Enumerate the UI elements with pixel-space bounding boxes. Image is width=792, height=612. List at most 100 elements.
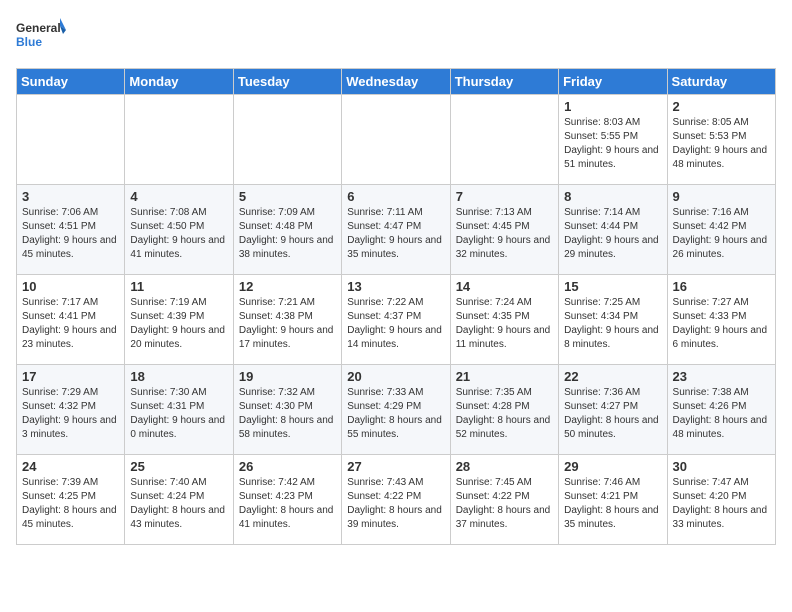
day-number: 5	[239, 189, 336, 204]
calendar-cell	[450, 95, 558, 185]
day-number: 24	[22, 459, 119, 474]
day-info: Sunrise: 7:08 AM Sunset: 4:50 PM Dayligh…	[130, 206, 227, 262]
calendar-cell: 21 Sunrise: 7:35 AM Sunset: 4:28 PM Dayli…	[450, 365, 558, 455]
day-number: 13	[347, 279, 444, 294]
calendar-cell: 2 Sunrise: 8:05 AM Sunset: 5:53 PM Daylig…	[667, 95, 775, 185]
day-info: Sunrise: 7:32 AM Sunset: 4:30 PM Dayligh…	[239, 386, 336, 442]
day-info: Sunrise: 7:19 AM Sunset: 4:39 PM Dayligh…	[130, 296, 227, 352]
day-info: Sunrise: 7:42 AM Sunset: 4:23 PM Dayligh…	[239, 476, 336, 532]
calendar-cell: 28 Sunrise: 7:45 AM Sunset: 4:22 PM Dayli…	[450, 455, 558, 545]
weekday-header-sunday: Sunday	[17, 69, 125, 95]
logo-svg: General Blue	[16, 16, 66, 60]
calendar-cell: 11 Sunrise: 7:19 AM Sunset: 4:39 PM Dayli…	[125, 275, 233, 365]
day-number: 21	[456, 369, 553, 384]
calendar-cell: 22 Sunrise: 7:36 AM Sunset: 4:27 PM Dayli…	[559, 365, 667, 455]
day-info: Sunrise: 7:27 AM Sunset: 4:33 PM Dayligh…	[673, 296, 770, 352]
day-number: 27	[347, 459, 444, 474]
day-info: Sunrise: 7:11 AM Sunset: 4:47 PM Dayligh…	[347, 206, 444, 262]
calendar-cell: 12 Sunrise: 7:21 AM Sunset: 4:38 PM Dayli…	[233, 275, 341, 365]
day-info: Sunrise: 7:39 AM Sunset: 4:25 PM Dayligh…	[22, 476, 119, 532]
day-info: Sunrise: 7:16 AM Sunset: 4:42 PM Dayligh…	[673, 206, 770, 262]
day-number: 4	[130, 189, 227, 204]
calendar-cell: 8 Sunrise: 7:14 AM Sunset: 4:44 PM Daylig…	[559, 185, 667, 275]
weekday-header-wednesday: Wednesday	[342, 69, 450, 95]
day-number: 29	[564, 459, 661, 474]
day-number: 12	[239, 279, 336, 294]
day-number: 14	[456, 279, 553, 294]
calendar-cell: 16 Sunrise: 7:27 AM Sunset: 4:33 PM Dayli…	[667, 275, 775, 365]
day-number: 17	[22, 369, 119, 384]
day-number: 3	[22, 189, 119, 204]
day-number: 10	[22, 279, 119, 294]
day-number: 30	[673, 459, 770, 474]
day-info: Sunrise: 7:14 AM Sunset: 4:44 PM Dayligh…	[564, 206, 661, 262]
calendar-cell: 20 Sunrise: 7:33 AM Sunset: 4:29 PM Dayli…	[342, 365, 450, 455]
calendar-cell: 7 Sunrise: 7:13 AM Sunset: 4:45 PM Daylig…	[450, 185, 558, 275]
day-info: Sunrise: 7:21 AM Sunset: 4:38 PM Dayligh…	[239, 296, 336, 352]
day-number: 18	[130, 369, 227, 384]
day-number: 11	[130, 279, 227, 294]
day-number: 23	[673, 369, 770, 384]
day-number: 16	[673, 279, 770, 294]
day-info: Sunrise: 7:47 AM Sunset: 4:20 PM Dayligh…	[673, 476, 770, 532]
calendar-cell: 27 Sunrise: 7:43 AM Sunset: 4:22 PM Dayli…	[342, 455, 450, 545]
day-number: 28	[456, 459, 553, 474]
weekday-header-friday: Friday	[559, 69, 667, 95]
calendar-cell: 1Sunrise: 8:03 AM Sunset: 5:55 PM Daylig…	[559, 95, 667, 185]
calendar-cell: 15 Sunrise: 7:25 AM Sunset: 4:34 PM Dayli…	[559, 275, 667, 365]
calendar-cell	[17, 95, 125, 185]
calendar-cell: 30 Sunrise: 7:47 AM Sunset: 4:20 PM Dayli…	[667, 455, 775, 545]
day-info: Sunrise: 7:43 AM Sunset: 4:22 PM Dayligh…	[347, 476, 444, 532]
calendar-cell: 5 Sunrise: 7:09 AM Sunset: 4:48 PM Daylig…	[233, 185, 341, 275]
header: General Blue	[16, 16, 776, 60]
day-info: Sunrise: 7:29 AM Sunset: 4:32 PM Dayligh…	[22, 386, 119, 442]
calendar-cell: 3 Sunrise: 7:06 AM Sunset: 4:51 PM Daylig…	[17, 185, 125, 275]
calendar-cell: 24 Sunrise: 7:39 AM Sunset: 4:25 PM Dayli…	[17, 455, 125, 545]
day-info: Sunrise: 7:36 AM Sunset: 4:27 PM Dayligh…	[564, 386, 661, 442]
day-info: Sunrise: 7:38 AM Sunset: 4:26 PM Dayligh…	[673, 386, 770, 442]
calendar-cell	[233, 95, 341, 185]
calendar-cell: 18 Sunrise: 7:30 AM Sunset: 4:31 PM Dayli…	[125, 365, 233, 455]
day-info: Sunrise: 8:05 AM Sunset: 5:53 PM Dayligh…	[673, 116, 770, 172]
day-number: 22	[564, 369, 661, 384]
calendar-cell: 10 Sunrise: 7:17 AM Sunset: 4:41 PM Dayli…	[17, 275, 125, 365]
logo: General Blue	[16, 16, 66, 60]
day-number: 9	[673, 189, 770, 204]
day-number: 8	[564, 189, 661, 204]
calendar-table: SundayMondayTuesdayWednesdayThursdayFrid…	[16, 68, 776, 545]
calendar-cell	[125, 95, 233, 185]
day-number: 20	[347, 369, 444, 384]
day-number: 6	[347, 189, 444, 204]
day-info: Sunrise: 7:17 AM Sunset: 4:41 PM Dayligh…	[22, 296, 119, 352]
day-info: Sunrise: 7:33 AM Sunset: 4:29 PM Dayligh…	[347, 386, 444, 442]
calendar-cell: 14 Sunrise: 7:24 AM Sunset: 4:35 PM Dayli…	[450, 275, 558, 365]
calendar-cell: 4 Sunrise: 7:08 AM Sunset: 4:50 PM Daylig…	[125, 185, 233, 275]
day-info: Sunrise: 7:24 AM Sunset: 4:35 PM Dayligh…	[456, 296, 553, 352]
day-number: 2	[673, 99, 770, 114]
day-number: 25	[130, 459, 227, 474]
calendar-cell: 9 Sunrise: 7:16 AM Sunset: 4:42 PM Daylig…	[667, 185, 775, 275]
day-info: Sunrise: 7:40 AM Sunset: 4:24 PM Dayligh…	[130, 476, 227, 532]
day-info: Sunrise: 7:22 AM Sunset: 4:37 PM Dayligh…	[347, 296, 444, 352]
weekday-header-thursday: Thursday	[450, 69, 558, 95]
day-info: Sunrise: 7:46 AM Sunset: 4:21 PM Dayligh…	[564, 476, 661, 532]
calendar-cell: 6 Sunrise: 7:11 AM Sunset: 4:47 PM Daylig…	[342, 185, 450, 275]
day-info: Sunrise: 7:06 AM Sunset: 4:51 PM Dayligh…	[22, 206, 119, 262]
day-info: Sunrise: 7:35 AM Sunset: 4:28 PM Dayligh…	[456, 386, 553, 442]
day-info: Sunrise: 7:13 AM Sunset: 4:45 PM Dayligh…	[456, 206, 553, 262]
weekday-header-tuesday: Tuesday	[233, 69, 341, 95]
calendar-cell: 25 Sunrise: 7:40 AM Sunset: 4:24 PM Dayli…	[125, 455, 233, 545]
day-info: Sunrise: 7:45 AM Sunset: 4:22 PM Dayligh…	[456, 476, 553, 532]
weekday-header-saturday: Saturday	[667, 69, 775, 95]
day-number: 19	[239, 369, 336, 384]
day-number: 26	[239, 459, 336, 474]
calendar-cell	[342, 95, 450, 185]
day-info: Sunrise: 7:09 AM Sunset: 4:48 PM Dayligh…	[239, 206, 336, 262]
day-info: Sunrise: 7:25 AM Sunset: 4:34 PM Dayligh…	[564, 296, 661, 352]
day-number: 15	[564, 279, 661, 294]
svg-text:Blue: Blue	[16, 35, 42, 49]
calendar-cell: 23 Sunrise: 7:38 AM Sunset: 4:26 PM Dayli…	[667, 365, 775, 455]
calendar-cell: 26 Sunrise: 7:42 AM Sunset: 4:23 PM Dayli…	[233, 455, 341, 545]
day-info: Sunrise: 7:30 AM Sunset: 4:31 PM Dayligh…	[130, 386, 227, 442]
day-number: 7	[456, 189, 553, 204]
